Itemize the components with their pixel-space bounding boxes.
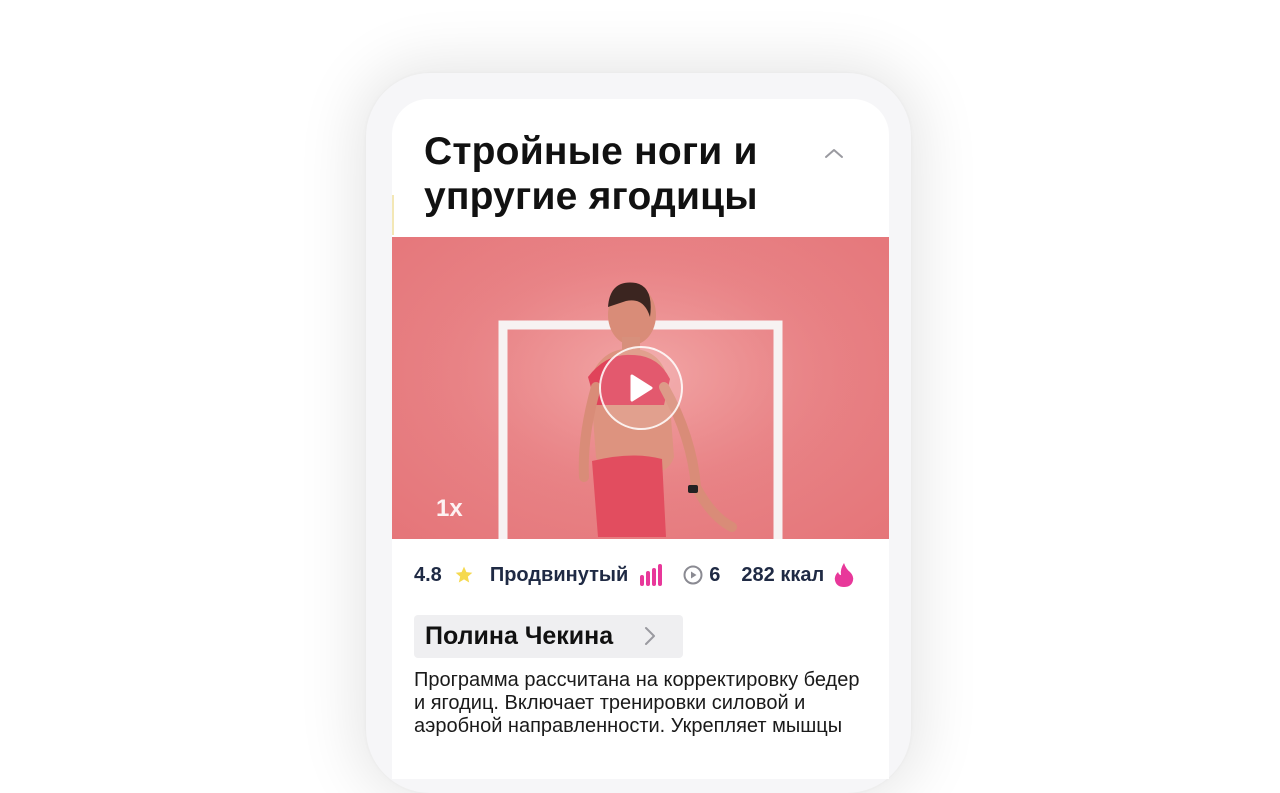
videos-count: 6 xyxy=(709,563,721,586)
divider xyxy=(392,195,394,235)
play-circle-icon xyxy=(683,565,703,585)
program-screen: Стройные ноги и упругие ягодицы 1x 4.8 П… xyxy=(392,99,889,779)
videos-stat: 6 xyxy=(683,564,720,587)
rating-value: 4.8 xyxy=(414,563,442,586)
play-icon xyxy=(630,374,653,402)
level-value: Продвинутый xyxy=(489,563,629,586)
level-stat: Продвинутый xyxy=(489,563,663,587)
program-description: Программа рассчитана на корректировку бе… xyxy=(414,669,860,737)
playback-speed-button[interactable]: 1x xyxy=(436,495,463,523)
calories-stat: 282 ккал xyxy=(741,562,854,588)
collapse-button[interactable] xyxy=(820,141,848,165)
rating-stat: 4.8 xyxy=(414,564,474,587)
program-title: Стройные ноги и упругие ягодицы xyxy=(424,130,758,218)
star-icon xyxy=(455,566,473,583)
phone-frame: Стройные ноги и упругие ягодицы 1x 4.8 П… xyxy=(366,73,911,793)
program-stats: 4.8 Продвинутый 6 282 ккал xyxy=(414,560,854,590)
video-player[interactable]: 1x xyxy=(392,237,889,539)
play-button[interactable] xyxy=(599,346,683,430)
trainer-name: Полина Чекина xyxy=(425,622,614,650)
trainer-link[interactable]: Полина Чекина xyxy=(414,615,683,658)
level-bars-icon xyxy=(640,564,663,586)
calories-value: 282 ккал xyxy=(741,563,825,586)
chevron-right-icon xyxy=(645,627,655,645)
chevron-up-icon xyxy=(825,149,843,158)
flame-icon xyxy=(834,563,854,587)
